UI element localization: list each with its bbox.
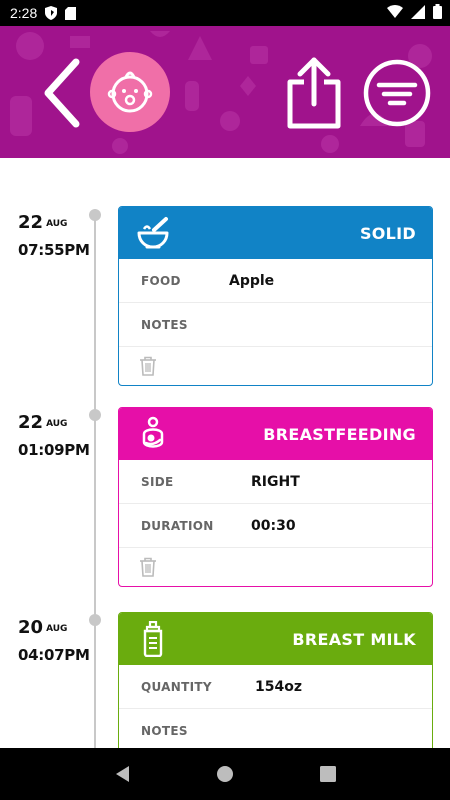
- entry-month: AUG: [46, 219, 68, 229]
- timeline-line: [94, 210, 96, 750]
- entry-month: AUG: [46, 624, 68, 634]
- status-time: 2:28: [10, 5, 38, 21]
- field-value: RIGHT: [251, 473, 300, 490]
- nav-back-button[interactable]: [108, 760, 136, 788]
- entry-month: AUG: [46, 419, 68, 429]
- entry-time: 01:09PM: [18, 441, 90, 459]
- delete-button[interactable]: [119, 347, 432, 385]
- field-row: SIDE RIGHT: [119, 460, 432, 504]
- bottle-icon: [135, 621, 171, 657]
- entry-day: 20: [18, 617, 44, 638]
- card-title: BREASTFEEDING: [263, 424, 416, 444]
- app-header: [0, 26, 450, 158]
- entry-time: 04:07PM: [18, 646, 90, 664]
- signal-icon: [411, 4, 425, 22]
- entry-day: 22: [18, 212, 44, 233]
- card-title: BREAST MILK: [292, 629, 416, 649]
- field-label: FOOD: [141, 273, 181, 288]
- entry-datetime: 22 AUG 07:55PM: [18, 212, 92, 259]
- field-value: 00:30: [251, 517, 296, 534]
- field-label: NOTES: [141, 723, 188, 738]
- filter-button[interactable]: [362, 58, 432, 128]
- field-row: DURATION 00:30: [119, 504, 432, 548]
- back-icon: [44, 58, 80, 128]
- trash-icon: [140, 356, 156, 376]
- entry-datetime: 20 AUG 04:07PM: [18, 617, 92, 664]
- card-header: SOLID: [119, 207, 432, 259]
- field-label: NOTES: [141, 317, 188, 332]
- field-row: FOOD Apple: [119, 259, 432, 303]
- share-button[interactable]: [284, 54, 344, 130]
- baby-face-icon: [107, 71, 153, 113]
- breastfeeding-icon: [135, 416, 171, 452]
- card-header: BREAST MILK: [119, 613, 432, 665]
- sd-card-icon: [65, 6, 77, 20]
- nav-recents-icon: [320, 766, 337, 782]
- field-value: 154oz: [255, 678, 302, 695]
- field-row: NOTES: [119, 303, 432, 347]
- field-row: NOTES: [119, 709, 432, 753]
- entry-datetime: 22 AUG 01:09PM: [18, 412, 92, 459]
- delete-button[interactable]: [119, 548, 432, 586]
- battery-icon: [433, 4, 442, 22]
- nav-home-button[interactable]: [211, 760, 239, 788]
- field-label: SIDE: [141, 474, 174, 489]
- entry-card-solid[interactable]: SOLID FOOD Apple NOTES: [118, 206, 433, 386]
- nav-home-icon: [216, 766, 233, 782]
- back-button[interactable]: [40, 58, 84, 128]
- field-row: QUANTITY 154oz: [119, 665, 432, 709]
- field-value: Apple: [229, 272, 275, 289]
- entry-day: 22: [18, 412, 44, 433]
- entry-card-breastfeeding[interactable]: BREASTFEEDING SIDE RIGHT DURATION 00:30: [118, 407, 433, 587]
- trash-icon: [140, 557, 156, 577]
- bowl-icon: [135, 215, 171, 251]
- shield-icon: [45, 6, 58, 20]
- field-label: QUANTITY: [141, 679, 212, 694]
- card-title: SOLID: [359, 223, 416, 243]
- filter-icon: [363, 59, 431, 127]
- nav-back-icon: [115, 766, 129, 782]
- card-header: BREASTFEEDING: [119, 408, 432, 460]
- field-label: DURATION: [141, 518, 214, 533]
- status-bar: 2:28: [0, 0, 450, 26]
- system-nav-bar: [0, 748, 450, 800]
- baby-avatar[interactable]: [90, 52, 170, 132]
- wifi-icon: [387, 5, 403, 21]
- entry-card-breast-milk[interactable]: BREAST MILK QUANTITY 154oz NOTES: [118, 612, 433, 762]
- share-icon: [287, 57, 341, 129]
- nav-recents-button[interactable]: [314, 760, 342, 788]
- entry-time: 07:55PM: [18, 241, 90, 259]
